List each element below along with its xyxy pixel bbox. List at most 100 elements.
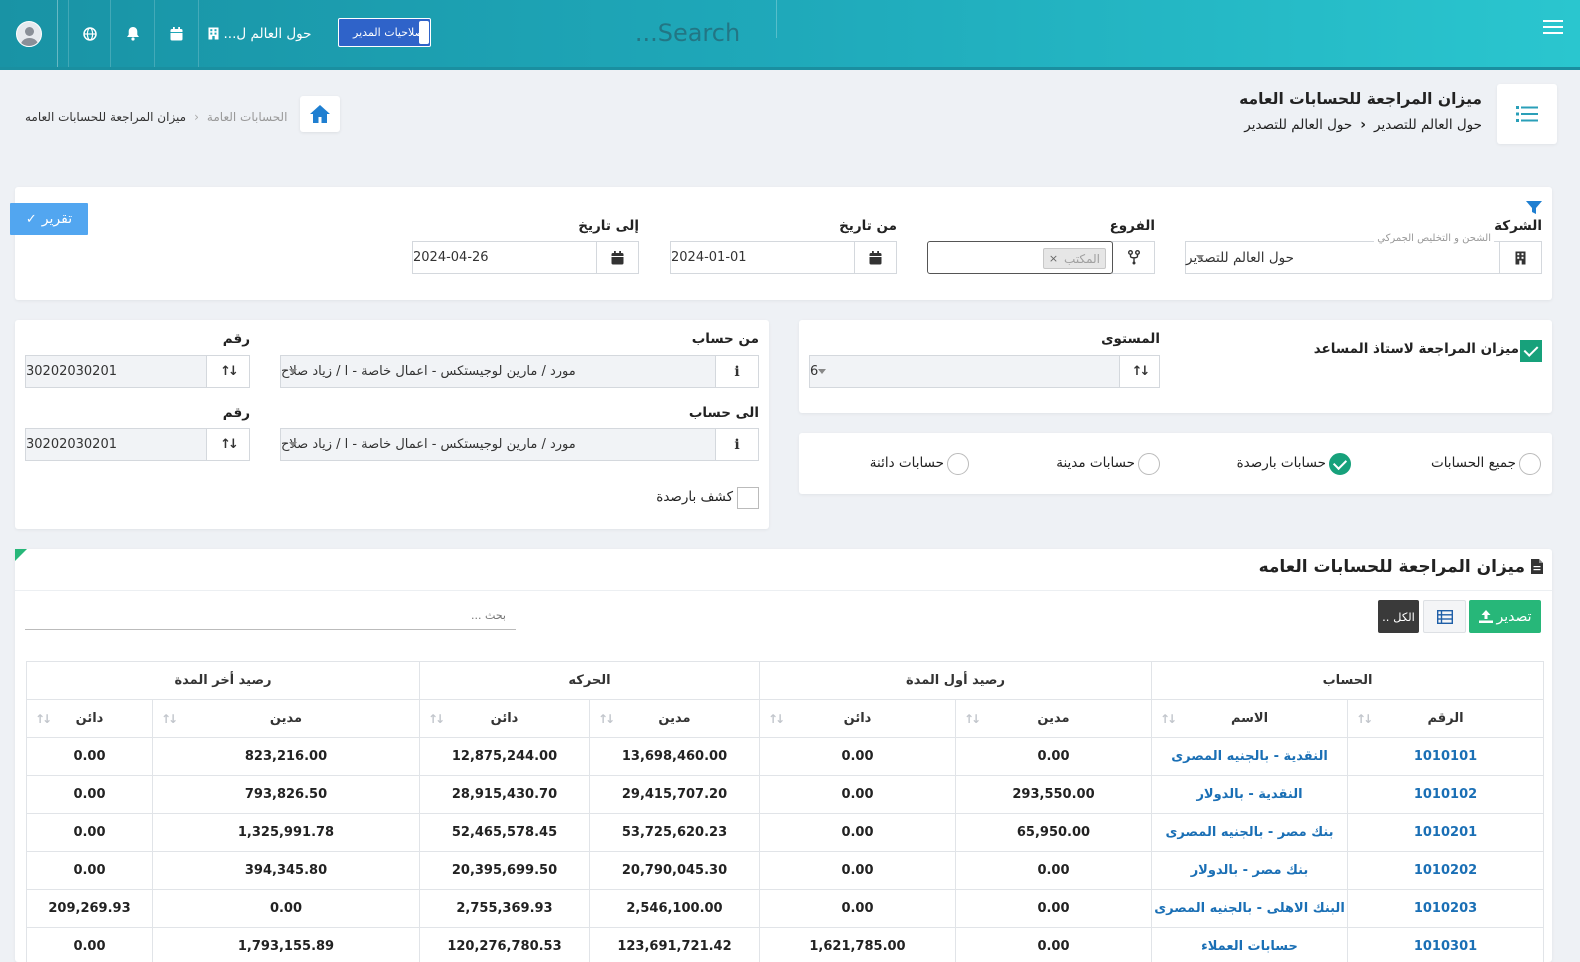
- radio-all-accounts[interactable]: [1519, 453, 1541, 475]
- from-number-input[interactable]: 30202030201: [25, 355, 207, 388]
- to-date-input[interactable]: 2024-04-26: [412, 241, 597, 274]
- table-search-input[interactable]: [25, 602, 516, 630]
- from-date-addon[interactable]: [854, 241, 897, 274]
- from-number-value: 30202030201: [26, 364, 117, 379]
- column-header-close-credit[interactable]: دائن ↓↑: [26, 699, 153, 738]
- to-account-select[interactable]: مورد / مارين لوجيستكس - اعمال خاصة - ا /…: [280, 428, 716, 461]
- cell-close-credit: 0.00: [26, 737, 153, 776]
- radio-debit-accounts[interactable]: [1138, 453, 1160, 475]
- to-date-addon[interactable]: [596, 241, 639, 274]
- cell-name[interactable]: النقدية - بالجنيه المصرى: [1150, 737, 1349, 776]
- cell-move-debit: 20,790,045.30: [589, 851, 760, 890]
- list-icon: [1516, 106, 1538, 122]
- branches-label: الفروع: [1109, 218, 1155, 234]
- cell-open-credit: 0.00: [759, 813, 956, 852]
- cell-name[interactable]: البنك الاهلى - بالجنيه المصرى: [1150, 889, 1349, 928]
- cell-number[interactable]: 1010203: [1347, 889, 1545, 928]
- radio-credit-accounts[interactable]: [947, 453, 969, 475]
- breadcrumb-item[interactable]: الحسابات العامة: [207, 110, 288, 124]
- column-header-close-debit[interactable]: مدين ↓↑: [152, 699, 420, 738]
- balance-statement-checkbox[interactable]: [737, 487, 759, 509]
- cell-move-debit: 29,415,707.20: [589, 775, 760, 814]
- calendar-icon: [611, 250, 624, 264]
- column-header-label: الرقم: [1427, 711, 1464, 726]
- cell-close-credit: 0.00: [26, 775, 153, 814]
- calendar-icon: [869, 250, 882, 264]
- to-account-label: الى حساب: [688, 405, 759, 421]
- cell-number[interactable]: 1010202: [1347, 851, 1545, 890]
- radio-balanced-accounts[interactable]: [1329, 453, 1351, 475]
- cell-open-debit: 0.00: [955, 737, 1152, 776]
- page-subtitle: حول العالم للتصدير ‹ حول العالم للتصدير: [1244, 117, 1482, 133]
- subtitle-crumb[interactable]: حول العالم للتصدير: [1244, 117, 1352, 133]
- column-header-name[interactable]: الاسم ↓↑: [1150, 699, 1349, 738]
- column-header-number[interactable]: الرقم ↓↑: [1347, 699, 1545, 738]
- admin-privileges-toggle[interactable]: صلاحيات المدير: [338, 18, 431, 47]
- menu-toggle-icon[interactable]: [1543, 20, 1563, 36]
- from-date-input[interactable]: 2024-01-01: [670, 241, 855, 274]
- cell-name[interactable]: حسابات العملاء: [1150, 927, 1349, 962]
- branches-addon: [1112, 241, 1155, 274]
- cell-open-credit: 0.00: [759, 775, 956, 814]
- cell-number[interactable]: 1010301: [1347, 927, 1545, 962]
- sort-icon: ↓↑: [220, 437, 239, 452]
- company-switcher[interactable]: حول العالم ل...: [198, 0, 320, 67]
- from-date-value: 2024-01-01: [671, 250, 747, 265]
- cell-name[interactable]: بنك مصر - بالدولار: [1150, 851, 1349, 890]
- columns-toggle-button[interactable]: [1423, 600, 1466, 633]
- assistant-ledger-checkbox[interactable]: [1520, 340, 1542, 362]
- avatar[interactable]: [15, 20, 42, 47]
- sort-icon: ↓↑: [161, 712, 178, 726]
- table-row: 1010102 النقدية - بالدولار 293,550.00 0.00 2…: [26, 775, 1545, 814]
- column-header-open-credit[interactable]: دائن ↓↑: [759, 699, 956, 738]
- cell-move-credit: 28,915,430.70: [419, 775, 590, 814]
- cell-name[interactable]: النقدية - بالدولار: [1150, 775, 1349, 814]
- calendar-button[interactable]: [154, 0, 198, 67]
- branch-tag[interactable]: المكتب ×: [1042, 248, 1106, 269]
- trial-balance-table: الحساب رصيد أول المدة الحركه رصيد أخر ال…: [26, 661, 1545, 962]
- cell-close-credit: 0.00: [26, 813, 153, 852]
- cell-close-debit: 394,345.80: [152, 851, 420, 890]
- column-header-label: دائن: [490, 711, 519, 726]
- user-menu[interactable]: [0, 0, 57, 67]
- page-size-button[interactable]: الكل ..: [1378, 600, 1419, 633]
- from-account-label: من حساب: [691, 331, 759, 347]
- group-header-opening: رصيد أول المدة: [759, 661, 1152, 700]
- to-number-input[interactable]: 30202030201: [25, 428, 207, 461]
- language-button[interactable]: [68, 0, 110, 67]
- column-header-move-credit[interactable]: دائن ↓↑: [419, 699, 590, 738]
- cell-number[interactable]: 1010102: [1347, 775, 1545, 814]
- company-select[interactable]: حول العالم للتصدير: [1185, 241, 1500, 274]
- radio-all-accounts-label: جميع الحسابات: [1430, 455, 1516, 471]
- sort-icon: ↓↑: [1131, 364, 1151, 379]
- from-account-select[interactable]: مورد / مارين لوجيستكس - اعمال خاصة - ا /…: [280, 355, 716, 388]
- cell-name[interactable]: بنك مصر - بالجنيه المصرى: [1150, 813, 1349, 852]
- from-account-info[interactable]: i: [715, 355, 759, 388]
- column-header-open-debit[interactable]: مدين ↓↑: [955, 699, 1152, 738]
- subtitle-crumb[interactable]: حول العالم للتصدير: [1374, 117, 1482, 133]
- column-header-move-debit[interactable]: مدين ↓↑: [589, 699, 760, 738]
- table-icon: [1436, 609, 1453, 624]
- export-button[interactable]: تصدير: [1469, 600, 1541, 633]
- to-account-info[interactable]: i: [715, 428, 759, 461]
- close-icon[interactable]: ×: [1049, 252, 1058, 265]
- branches-multiselect[interactable]: المكتب ×: [927, 241, 1113, 274]
- calendar-icon: [170, 26, 183, 40]
- cell-number[interactable]: 1010101: [1347, 737, 1545, 776]
- cell-open-debit: 0.00: [955, 851, 1152, 890]
- cell-open-credit: 0.00: [759, 889, 956, 928]
- cell-open-credit: 0.00: [759, 737, 956, 776]
- divider: [15, 590, 1552, 591]
- report-button[interactable]: تقرير ✓: [10, 203, 88, 235]
- to-number-addon: ↓↑: [206, 428, 250, 461]
- cell-move-debit: 53,725,620.23: [589, 813, 760, 852]
- search-input[interactable]: [600, 14, 775, 52]
- radio-balanced-accounts-label: حسابات بارصدة: [1236, 455, 1326, 471]
- notifications-button[interactable]: [110, 0, 154, 67]
- company-switcher-label: حول العالم ل...: [223, 25, 312, 42]
- export-button-label: تصدير: [1496, 608, 1532, 625]
- cell-number[interactable]: 1010201: [1347, 813, 1545, 852]
- cell-move-credit: 120,276,780.53: [419, 927, 590, 962]
- home-button[interactable]: [300, 96, 340, 132]
- level-select[interactable]: 6: [809, 355, 1120, 388]
